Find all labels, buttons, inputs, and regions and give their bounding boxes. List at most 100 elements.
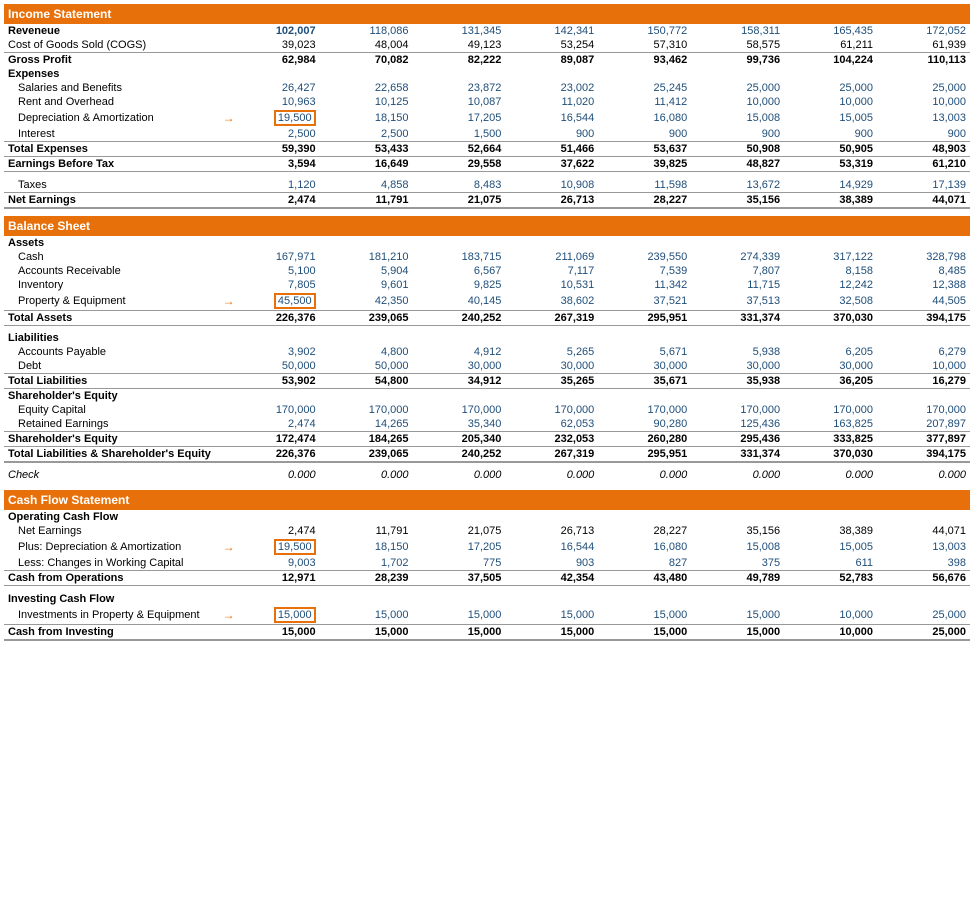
table-row: Reveneue 102,007 118,086 131,345 142,341…: [4, 24, 970, 38]
table-row: Check 0.000 0.000 0.000 0.000 0.000 0.00…: [4, 468, 970, 482]
equity-capital-y1: 170,000: [227, 403, 320, 417]
total-assets-y8: 394,175: [877, 310, 970, 325]
total-expenses-label: Total Expenses: [4, 142, 227, 157]
plus-da-cf-y2: 18,150: [320, 538, 413, 556]
net-earnings-cf-y5: 28,227: [598, 524, 691, 538]
ebt-y6: 48,827: [691, 157, 784, 172]
interest-y2: 2,500: [320, 127, 413, 142]
inv-property-y7: 10,000: [784, 606, 877, 625]
inventory-y5: 11,342: [598, 278, 691, 292]
cogs-y7: 61,211: [784, 38, 877, 53]
total-assets-y6: 331,374: [691, 310, 784, 325]
ar-y5: 7,539: [598, 264, 691, 278]
equity-capital-y7: 170,000: [784, 403, 877, 417]
ap-y5: 5,671: [598, 345, 691, 359]
net-earnings-is-y5: 28,227: [598, 192, 691, 208]
highlight-da-cf-y1: 19,500: [274, 539, 316, 555]
salaries-y6: 25,000: [691, 81, 784, 95]
interest-y3: 1,500: [412, 127, 505, 142]
retained-y3: 35,340: [412, 417, 505, 432]
cash-y5: 239,550: [598, 250, 691, 264]
cash-from-ops-y6: 49,789: [691, 571, 784, 586]
depreciation-y6: 15,008: [691, 109, 784, 127]
table-row: Total Liabilities 53,902 54,800 34,912 3…: [4, 374, 970, 389]
total-l-se-y4: 267,319: [505, 447, 598, 463]
cash-from-inv-y8: 25,000: [877, 624, 970, 640]
ar-y6: 7,807: [691, 264, 784, 278]
net-earnings-is-y7: 38,389: [784, 192, 877, 208]
table-row: Debt 50,000 50,000 30,000 30,000 30,000 …: [4, 359, 970, 374]
se-total-label: Shareholder's Equity: [4, 432, 227, 447]
total-expenses-y4: 51,466: [505, 142, 598, 157]
inventory-y3: 9,825: [412, 278, 505, 292]
total-liabilities-y4: 35,265: [505, 374, 598, 389]
table-row: Total Assets 226,376 239,065 240,252 267…: [4, 310, 970, 325]
total-l-se-y1: 226,376: [227, 447, 320, 463]
equity-capital-label: Equity Capital: [4, 403, 227, 417]
table-row: Operating Cash Flow: [4, 510, 970, 524]
table-row: → Investments in Property & Equipment 15…: [4, 606, 970, 625]
salaries-y8: 25,000: [877, 81, 970, 95]
cogs-label: Cost of Goods Sold (COGS): [4, 38, 227, 53]
gross-profit-y5: 93,462: [598, 53, 691, 68]
ap-y7: 6,205: [784, 345, 877, 359]
taxes-label: Taxes: [4, 178, 227, 193]
plus-da-cf-y6: 15,008: [691, 538, 784, 556]
property-y7: 32,508: [784, 292, 877, 311]
check-y6: 0.000: [691, 468, 784, 482]
total-liabilities-y1: 53,902: [227, 374, 320, 389]
net-earnings-is-y2: 11,791: [320, 192, 413, 208]
cash-from-ops-y7: 52,783: [784, 571, 877, 586]
property-y5: 37,521: [598, 292, 691, 311]
total-liabilities-label: Total Liabilities: [4, 374, 227, 389]
revenue-y6: 158,311: [691, 24, 784, 38]
equity-capital-y3: 170,000: [412, 403, 505, 417]
table-row: → Plus: Depreciation & Amortization 19,5…: [4, 538, 970, 556]
expenses-subheader: Expenses: [4, 67, 227, 81]
property-y6: 37,513: [691, 292, 784, 311]
salaries-y1: 26,427: [227, 81, 320, 95]
cash-from-inv-label: Cash from Investing: [4, 624, 227, 640]
rent-y2: 10,125: [320, 95, 413, 109]
se-y8: 377,897: [877, 432, 970, 447]
net-earnings-cf-y3: 21,075: [412, 524, 505, 538]
total-assets-y7: 370,030: [784, 310, 877, 325]
debt-y5: 30,000: [598, 359, 691, 374]
depreciation-y5: 16,080: [598, 109, 691, 127]
cash-from-inv-y1: 15,000: [227, 624, 320, 640]
net-earnings-cf-y1: 2,474: [227, 524, 320, 538]
total-l-se-y5: 295,951: [598, 447, 691, 463]
net-earnings-is-y8: 44,071: [877, 192, 970, 208]
cash-flow-title: Cash Flow Statement: [4, 490, 227, 510]
less-wc-y2: 1,702: [320, 556, 413, 571]
depreciation-y3: 17,205: [412, 109, 505, 127]
ap-y8: 6,279: [877, 345, 970, 359]
rent-y3: 10,087: [412, 95, 505, 109]
revenue-y2: 118,086: [320, 24, 413, 38]
property-y8: 44,505: [877, 292, 970, 311]
check-y5: 0.000: [598, 468, 691, 482]
equity-capital-y2: 170,000: [320, 403, 413, 417]
retained-y5: 90,280: [598, 417, 691, 432]
debt-y7: 30,000: [784, 359, 877, 374]
inv-property-y6: 15,000: [691, 606, 784, 625]
cash-y6: 274,339: [691, 250, 784, 264]
inventory-y7: 12,242: [784, 278, 877, 292]
cogs-y6: 58,575: [691, 38, 784, 53]
ar-y8: 8,485: [877, 264, 970, 278]
cash-from-ops-y5: 43,480: [598, 571, 691, 586]
table-row: Rent and Overhead 10,963 10,125 10,087 1…: [4, 95, 970, 109]
revenue-y8: 172,052: [877, 24, 970, 38]
salaries-label: Salaries and Benefits: [4, 81, 227, 95]
net-earnings-cf-y8: 44,071: [877, 524, 970, 538]
ap-y3: 4,912: [412, 345, 505, 359]
total-liabilities-y3: 34,912: [412, 374, 505, 389]
gross-profit-y2: 70,082: [320, 53, 413, 68]
table-row: Salaries and Benefits 26,427 22,658 23,8…: [4, 81, 970, 95]
less-wc-y5: 827: [598, 556, 691, 571]
ar-y3: 6,567: [412, 264, 505, 278]
table-row: Less: Changes in Working Capital 9,003 1…: [4, 556, 970, 571]
less-wc-y7: 611: [784, 556, 877, 571]
net-earnings-cf-y4: 26,713: [505, 524, 598, 538]
gross-profit-y8: 110,113: [877, 53, 970, 68]
